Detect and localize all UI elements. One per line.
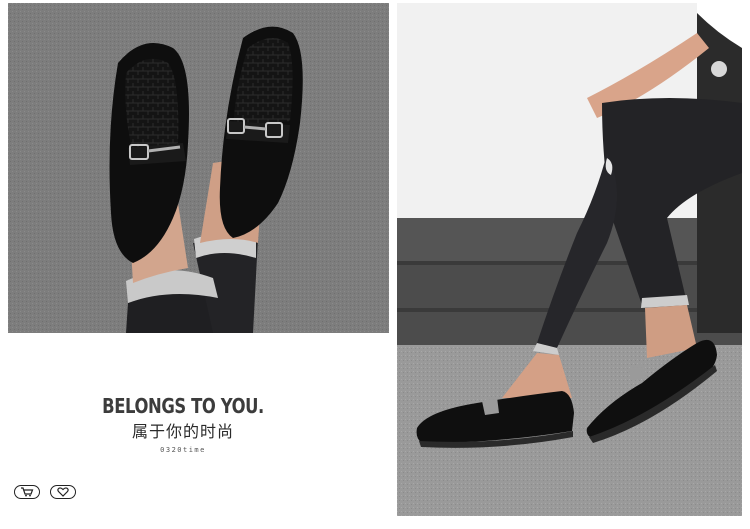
tagline-block: BELONGS TO YOU. 属于你的时尚 0320time (8, 392, 358, 454)
loafers-top-view-illustration (8, 3, 389, 333)
cart-button[interactable] (14, 485, 40, 499)
tagline-code: 0320time (160, 446, 206, 454)
tagline-subtitle: 属于你的时尚 (131, 422, 234, 441)
tagline-title: BELONGS TO YOU. (102, 394, 264, 418)
product-photo-top-view (8, 3, 389, 333)
action-icons (14, 485, 76, 499)
favorite-button[interactable] (50, 485, 76, 499)
cart-icon (21, 487, 34, 497)
loafers-side-view-illustration (397, 3, 742, 516)
product-photo-side-view (397, 3, 742, 516)
heart-icon (57, 487, 69, 497)
